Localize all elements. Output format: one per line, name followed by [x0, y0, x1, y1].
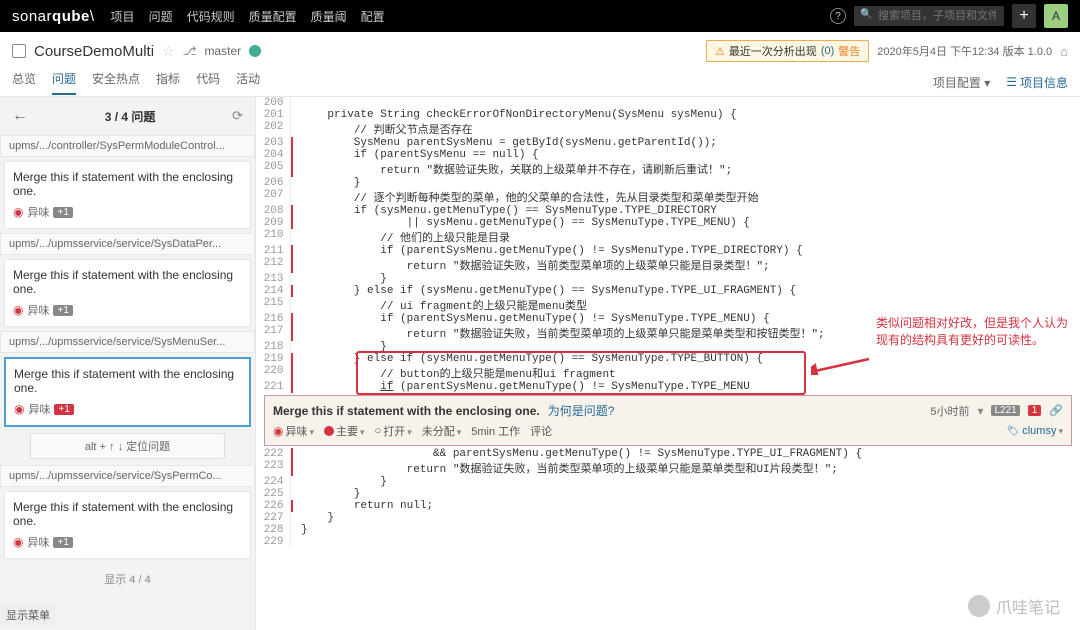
project-name[interactable]: CourseDemoMulti: [34, 43, 154, 60]
file-path[interactable]: upms/.../controller/SysPermModuleControl…: [0, 135, 255, 157]
logo[interactable]: sonarqube\: [12, 8, 95, 25]
warning-box[interactable]: ⚠ 最近一次分析出现 (0) 警告: [706, 40, 869, 62]
tab-overview[interactable]: 总览: [12, 70, 36, 95]
nav-quality-gates[interactable]: 质量阈: [311, 8, 347, 25]
line-badge: L221: [991, 405, 1019, 416]
project-config-link[interactable]: 项目配置 ▾: [933, 74, 990, 91]
tab-activity[interactable]: 活动: [236, 70, 260, 95]
watermark-icon: [968, 595, 990, 617]
arrow-icon: [811, 355, 871, 375]
avatar[interactable]: A: [1044, 4, 1068, 28]
search-input[interactable]: [854, 6, 1004, 26]
smell-icon: ◉: [13, 205, 23, 219]
nav-issues[interactable]: 问题: [149, 8, 173, 25]
count-badge: 1: [1028, 405, 1042, 416]
issue-counter: 3 / 4 问题: [105, 108, 156, 125]
assign-dropdown[interactable]: 未分配: [422, 423, 462, 439]
inline-issue-detail: Merge this if statement with the enclosi…: [264, 395, 1072, 446]
back-icon[interactable]: ←: [12, 107, 28, 125]
quality-gate-badge: [249, 45, 261, 57]
project-icon: [12, 44, 26, 58]
branch-name[interactable]: master: [204, 44, 241, 58]
status-dropdown[interactable]: 打开: [383, 423, 412, 439]
issue-card[interactable]: Merge this if statement with the enclosi…: [4, 259, 251, 327]
comment-link[interactable]: 评论: [530, 423, 552, 439]
reload-icon[interactable]: ⟳: [232, 108, 243, 124]
topbar: sonarqube\ 项目 问题 代码规则 质量配置 质量阈 配置 ? + A: [0, 0, 1080, 32]
nav-quality-profiles[interactable]: 质量配置: [249, 8, 297, 25]
branch-icon: ⎇: [183, 44, 197, 58]
tab-issues[interactable]: 问题: [52, 70, 76, 95]
nav-projects[interactable]: 项目: [111, 8, 135, 25]
code-pane[interactable]: 200201 private String checkErrorOfNonDir…: [256, 97, 1080, 630]
add-button[interactable]: +: [1012, 4, 1036, 28]
issue-time: 5小时前: [930, 403, 969, 419]
bottom-bar[interactable]: 显示菜单: [0, 605, 56, 625]
severity-icon: [324, 426, 334, 436]
issue-card[interactable]: Merge this if statement with the enclosi…: [4, 491, 251, 559]
tab-measures[interactable]: 指标: [156, 70, 180, 95]
top-nav: 项目 问题 代码规则 质量配置 质量阈 配置: [111, 8, 830, 25]
sidebar-footer: 显示 4 / 4: [0, 563, 255, 595]
annotation-text: 类似问题相对好改，但是我个人认为 现有的结构具有更好的可读性。: [876, 315, 1068, 349]
project-header: CourseDemoMulti ☆ ⎇ master ⚠ 最近一次分析出现 (0…: [0, 32, 1080, 97]
tab-code[interactable]: 代码: [196, 70, 220, 95]
project-tabs: 总览 问题 安全热点 指标 代码 活动: [12, 70, 260, 95]
smell-icon: ◉: [13, 535, 23, 549]
severity-dropdown[interactable]: 主要: [336, 423, 365, 439]
timestamp: 2020年5月4日 下午12:34 版本 1.0.0: [877, 43, 1052, 59]
type-dropdown[interactable]: 异味: [285, 423, 314, 439]
tag-clumsy[interactable]: clumsy: [1007, 425, 1063, 437]
help-icon[interactable]: ?: [830, 8, 846, 24]
nav-admin[interactable]: 配置: [361, 8, 385, 25]
file-path[interactable]: upms/.../upmsservice/service/SysDataPer.…: [0, 233, 255, 255]
watermark: 爪哇笔记: [968, 594, 1060, 618]
tab-hotspots[interactable]: 安全热点: [92, 70, 140, 95]
issue-card-selected[interactable]: Merge this if statement with the enclosi…: [4, 357, 251, 427]
project-info-link[interactable]: ☰ 项目信息: [1006, 74, 1068, 91]
home-icon[interactable]: ⌂: [1060, 44, 1068, 59]
issues-sidebar: ← 3 / 4 问题 ⟳ upms/.../controller/SysPerm…: [0, 97, 256, 630]
effort-label: 5min 工作: [471, 423, 520, 439]
smell-icon: ◉: [273, 424, 283, 438]
nav-rules[interactable]: 代码规则: [187, 8, 235, 25]
smell-icon: ◉: [14, 402, 24, 416]
issue-card[interactable]: Merge this if statement with the enclosi…: [4, 161, 251, 229]
issue-message: Merge this if statement with the enclosi…: [273, 404, 540, 418]
permalink-icon[interactable]: 🔗: [1049, 404, 1063, 417]
star-icon[interactable]: ☆: [162, 43, 175, 60]
smell-icon: ◉: [13, 303, 23, 317]
main: ← 3 / 4 问题 ⟳ upms/.../controller/SysPerm…: [0, 97, 1080, 630]
highlight-box: [356, 351, 806, 395]
keyboard-hint: alt + ↑ ↓ 定位问题: [30, 433, 225, 459]
file-path[interactable]: upms/.../upmsservice/service/SysPermCo..…: [0, 465, 255, 487]
why-link[interactable]: 为何是问题?: [548, 402, 615, 419]
file-path[interactable]: upms/.../upmsservice/service/SysMenuSer.…: [0, 331, 255, 353]
